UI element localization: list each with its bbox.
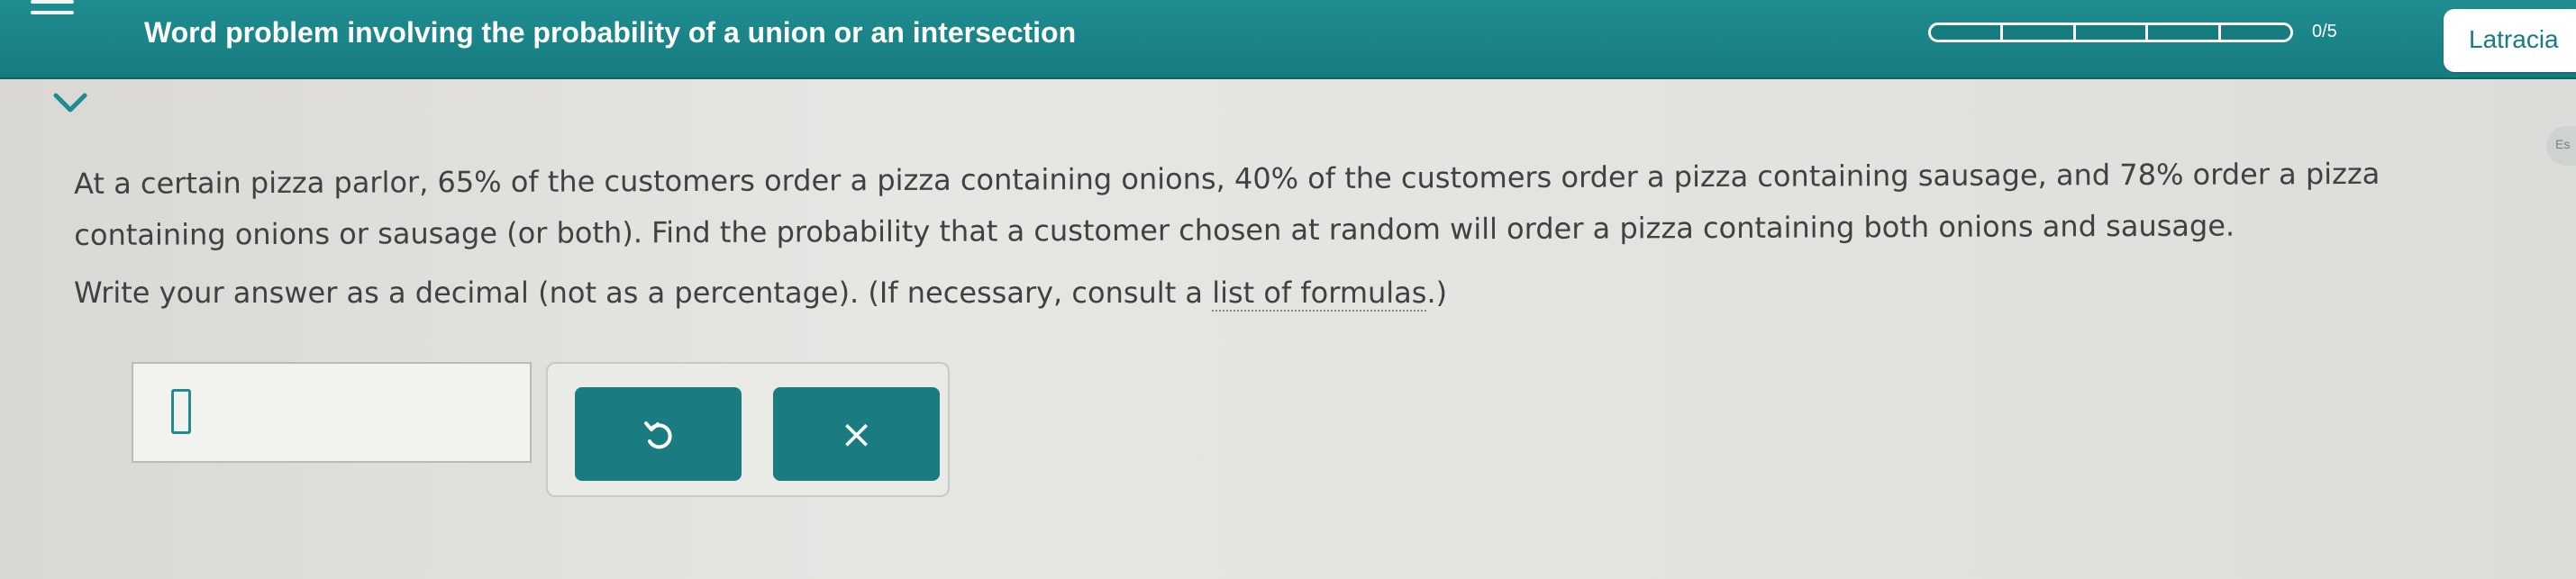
progress-segment <box>2220 25 2290 40</box>
instruction-prefix: Write your answer as a decimal (not as a… <box>74 276 1213 310</box>
page: Word problem involving the probability o… <box>0 0 2576 579</box>
progress-segment <box>2148 25 2221 40</box>
side-panel-tab[interactable]: Es <box>2546 126 2576 166</box>
collapse-chevron-icon[interactable] <box>50 90 90 117</box>
hamburger-menu-icon[interactable] <box>31 0 74 18</box>
instruction-suffix: .) <box>1426 276 1448 310</box>
page-title: Word problem involving the probability o… <box>144 16 1077 49</box>
user-menu-button[interactable]: Latracia <box>2444 9 2576 72</box>
progress-text: 0/5 <box>2312 22 2337 41</box>
progress-bar <box>1928 23 2293 42</box>
answer-input[interactable] <box>132 362 532 463</box>
answer-instruction: Write your answer as a decimal (not as a… <box>74 276 1448 312</box>
header-bar: Word problem involving the probability o… <box>0 0 2576 79</box>
side-panel-tab-label: Es <box>2555 137 2571 151</box>
answer-area: × <box>117 362 951 497</box>
progress-segment <box>1931 25 2004 40</box>
user-name: Latracia <box>2469 25 2559 53</box>
clear-button[interactable]: × <box>773 387 940 481</box>
progress-segment <box>2075 25 2149 40</box>
input-cursor <box>171 389 191 434</box>
progress-segment <box>2003 25 2076 40</box>
undo-button[interactable] <box>575 387 742 481</box>
close-icon: × <box>840 411 873 457</box>
action-buttons: × <box>546 362 950 497</box>
undo-icon <box>642 416 675 452</box>
formula-list-link[interactable]: list of formulas <box>1212 276 1427 312</box>
question-text: At a certain pizza parlor, 65% of the cu… <box>74 156 2380 252</box>
